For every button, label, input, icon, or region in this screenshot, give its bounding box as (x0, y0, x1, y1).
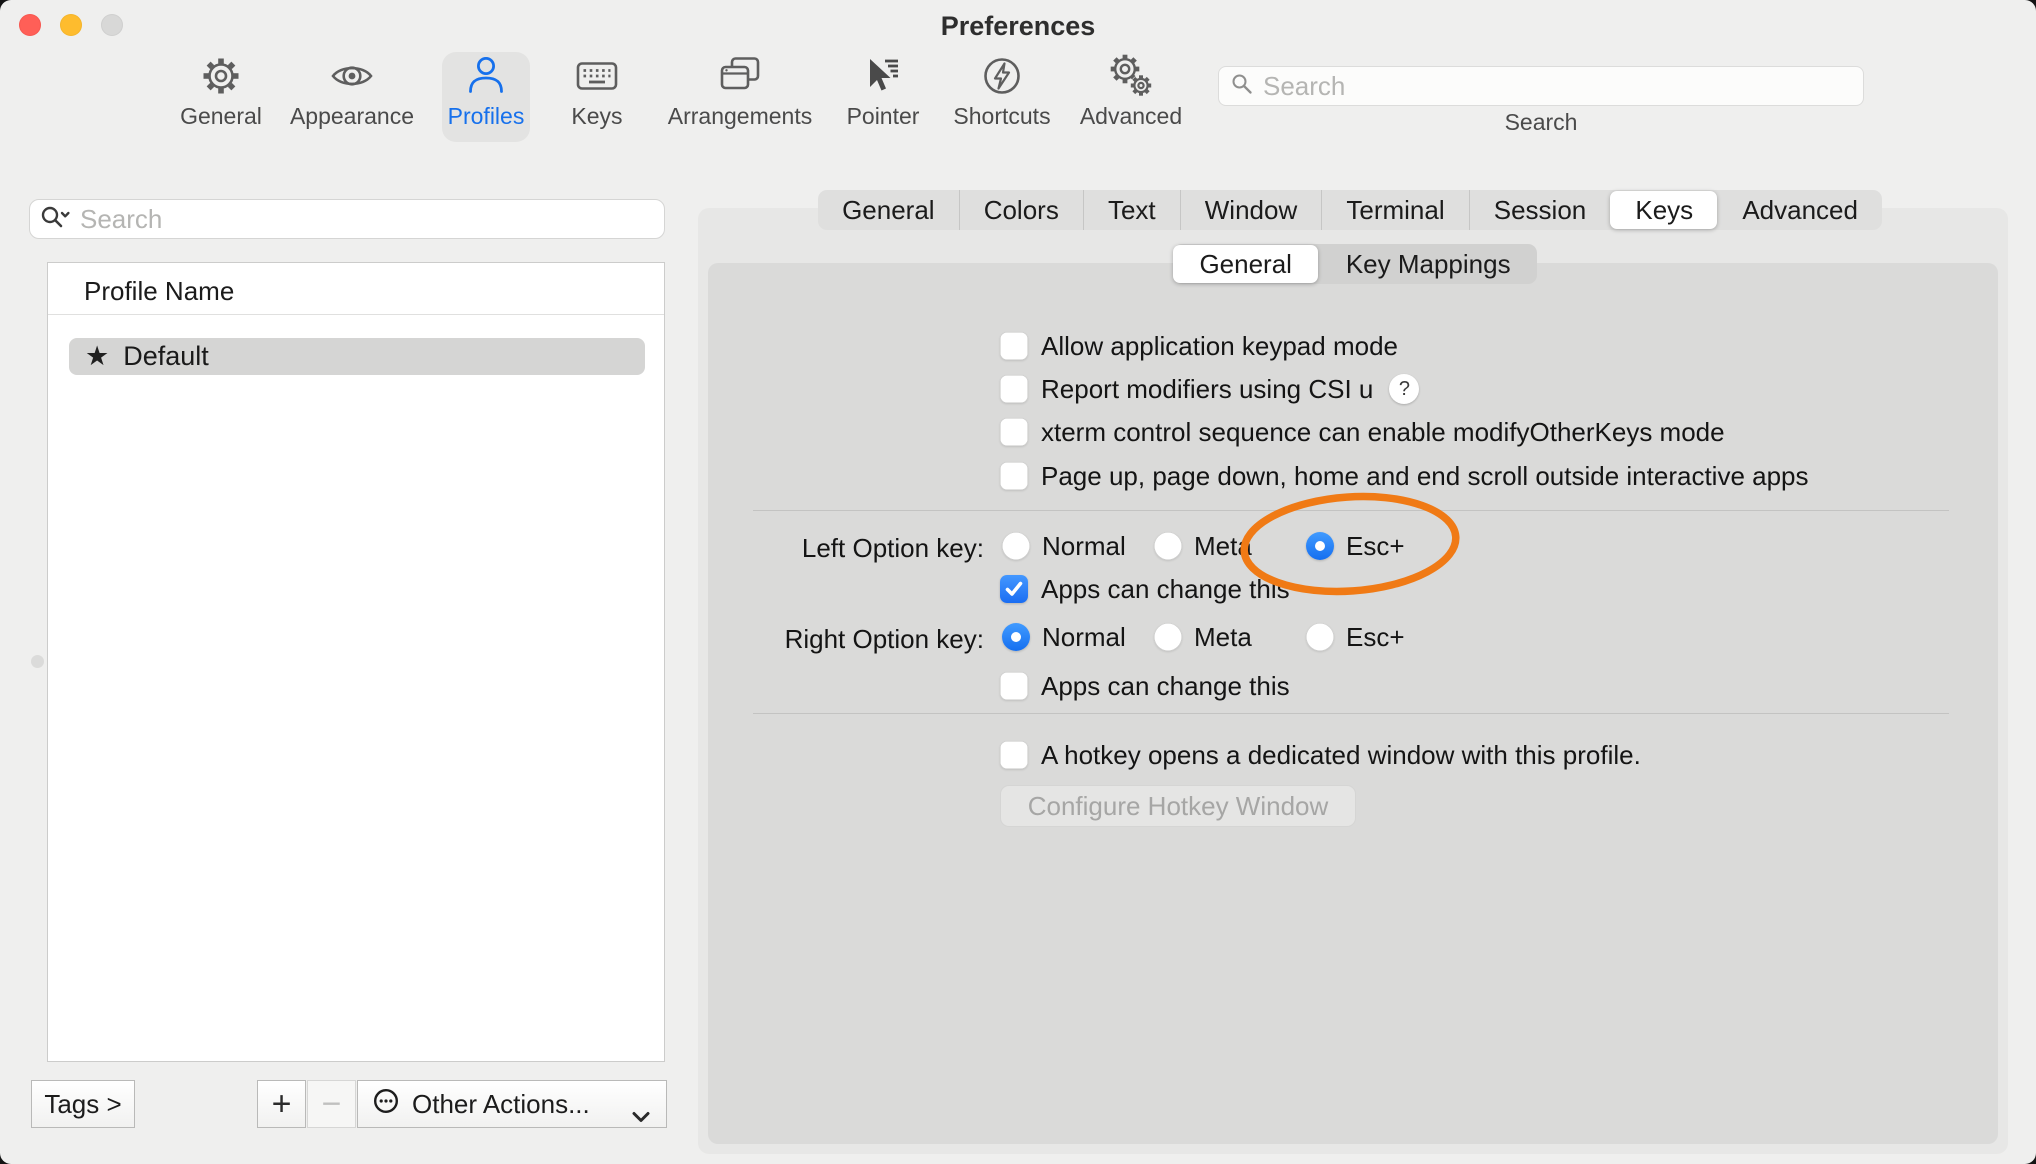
preferences-window: Preferences General Appearance Profiles … (0, 0, 2036, 1164)
windows-icon (718, 53, 762, 99)
tags-button[interactable]: Tags > (31, 1080, 135, 1128)
profile-list-header: Profile Name (84, 276, 234, 307)
checkbox-row: A hotkey opens a dedicated window with t… (1000, 741, 1641, 769)
orange-ellipse-annotation (1235, 478, 1475, 619)
radio-right-normal[interactable] (1002, 623, 1030, 651)
tab-advanced[interactable]: Advanced (1717, 190, 1882, 230)
search-icon (1231, 73, 1253, 100)
toolbar-label: Keys (571, 103, 622, 130)
checkbox-row: Report modifiers using CSI u ? (1000, 375, 1419, 403)
add-profile-button[interactable]: + (257, 1080, 306, 1128)
toolbar-label: Appearance (290, 103, 414, 130)
checkbox-hotkey-window[interactable] (1000, 741, 1028, 769)
profile-search-input[interactable] (80, 204, 654, 235)
splitter-handle-dot[interactable] (31, 655, 44, 668)
radio-left-meta[interactable] (1154, 532, 1182, 560)
checkbox-left-apps-can-change[interactable] (1000, 575, 1028, 603)
checkbox-page-scroll-outside[interactable] (1000, 462, 1028, 490)
toolbar-label: Shortcuts (953, 103, 1050, 130)
checkbox-row: xterm control sequence can enable modify… (1000, 418, 1725, 446)
checkbox-label: A hotkey opens a dedicated window with t… (1041, 740, 1641, 771)
checkbox-report-csi-u[interactable] (1000, 375, 1028, 403)
subtab-key-mappings[interactable]: Key Mappings (1318, 244, 1537, 284)
checkbox-row: Allow application keypad mode (1000, 332, 1398, 360)
subtab-general[interactable]: General (1173, 245, 1318, 283)
keys-subtab-bar: General Key Mappings (1173, 244, 1537, 284)
search-with-chevron-icon (40, 205, 72, 234)
toolbar-label: Pointer (847, 103, 920, 130)
toolbar-item-appearance[interactable]: Appearance (277, 53, 427, 145)
profile-name: Default (123, 341, 209, 372)
gear-icon (199, 53, 243, 99)
toolbar-item-advanced[interactable]: Advanced (1056, 53, 1206, 145)
profile-search-field[interactable] (29, 199, 665, 239)
checkbox-allow-keypad-mode[interactable] (1000, 332, 1028, 360)
checkbox-modify-other-keys[interactable] (1000, 418, 1028, 446)
checkbox-label: xterm control sequence can enable modify… (1041, 417, 1725, 448)
checkbox-row: Apps can change this (1000, 672, 1290, 700)
toolbar-label: Profiles (448, 103, 525, 130)
radio-right-meta[interactable] (1154, 623, 1182, 651)
toolbar-item-shortcuts[interactable]: Shortcuts (927, 53, 1077, 145)
toolbar-search-input[interactable] (1263, 71, 1851, 102)
radio-label: Meta (1194, 622, 1252, 653)
toolbar-label: General (180, 103, 262, 130)
toolbar-item-keys[interactable]: Keys (522, 53, 672, 145)
profile-row-default[interactable]: ★ Default (69, 338, 645, 375)
star-icon: ★ (85, 341, 109, 372)
tab-colors[interactable]: Colors (959, 190, 1083, 230)
checkbox-label: Apps can change this (1041, 671, 1290, 702)
header-divider (48, 314, 664, 315)
radio-left-normal[interactable] (1002, 532, 1030, 560)
tab-text[interactable]: Text (1083, 190, 1180, 230)
profile-tab-bar: General Colors Text Window Terminal Sess… (818, 190, 1882, 230)
profile-list-panel: Profile Name ★ Default (47, 262, 665, 1062)
toolbar-search-label: Search (1218, 109, 1864, 136)
tab-session[interactable]: Session (1469, 190, 1611, 230)
checkbox-right-apps-can-change[interactable] (1000, 672, 1028, 700)
tab-window[interactable]: Window (1180, 190, 1322, 230)
radio-right-esc-plus[interactable] (1306, 623, 1334, 651)
radio-option: Normal (1002, 623, 1126, 651)
configure-hotkey-window-button[interactable]: Configure Hotkey Window (1000, 785, 1356, 827)
tab-general[interactable]: General (818, 190, 959, 230)
eye-icon (330, 53, 374, 99)
toolbar-search-field[interactable] (1218, 66, 1864, 106)
keyboard-icon (575, 53, 619, 99)
radio-option: Esc+ (1306, 623, 1405, 651)
gears-icon (1109, 53, 1153, 99)
left-option-key-label: Left Option key: (640, 533, 984, 564)
other-actions-dropdown[interactable]: Other Actions... (357, 1080, 667, 1128)
window-title: Preferences (0, 11, 2036, 42)
other-actions-label: Other Actions... (412, 1089, 590, 1120)
cursor-icon (861, 53, 905, 99)
radio-label: Normal (1042, 622, 1126, 653)
toolbar-item-arrangements[interactable]: Arrangements (655, 53, 825, 145)
tab-keys[interactable]: Keys (1610, 191, 1717, 229)
checkbox-label: Report modifiers using CSI u (1041, 374, 1373, 405)
circle-ellipsis-icon (372, 1087, 400, 1122)
help-button[interactable]: ? (1389, 374, 1419, 404)
lightning-circle-icon (980, 53, 1024, 99)
toolbar-label: Advanced (1080, 103, 1182, 130)
toolbar-item-general[interactable]: General (146, 53, 296, 145)
radio-option: Normal (1002, 532, 1126, 560)
divider (753, 713, 1949, 714)
chevron-down-icon (632, 1099, 650, 1130)
remove-profile-button: − (307, 1080, 356, 1128)
tab-terminal[interactable]: Terminal (1321, 190, 1468, 230)
radio-option: Meta (1154, 623, 1252, 651)
right-option-key-label: Right Option key: (640, 624, 984, 655)
checkbox-label: Allow application keypad mode (1041, 331, 1398, 362)
toolbar-label: Arrangements (668, 103, 812, 130)
radio-label: Esc+ (1346, 622, 1405, 653)
person-icon (464, 53, 508, 99)
radio-label: Normal (1042, 531, 1126, 562)
